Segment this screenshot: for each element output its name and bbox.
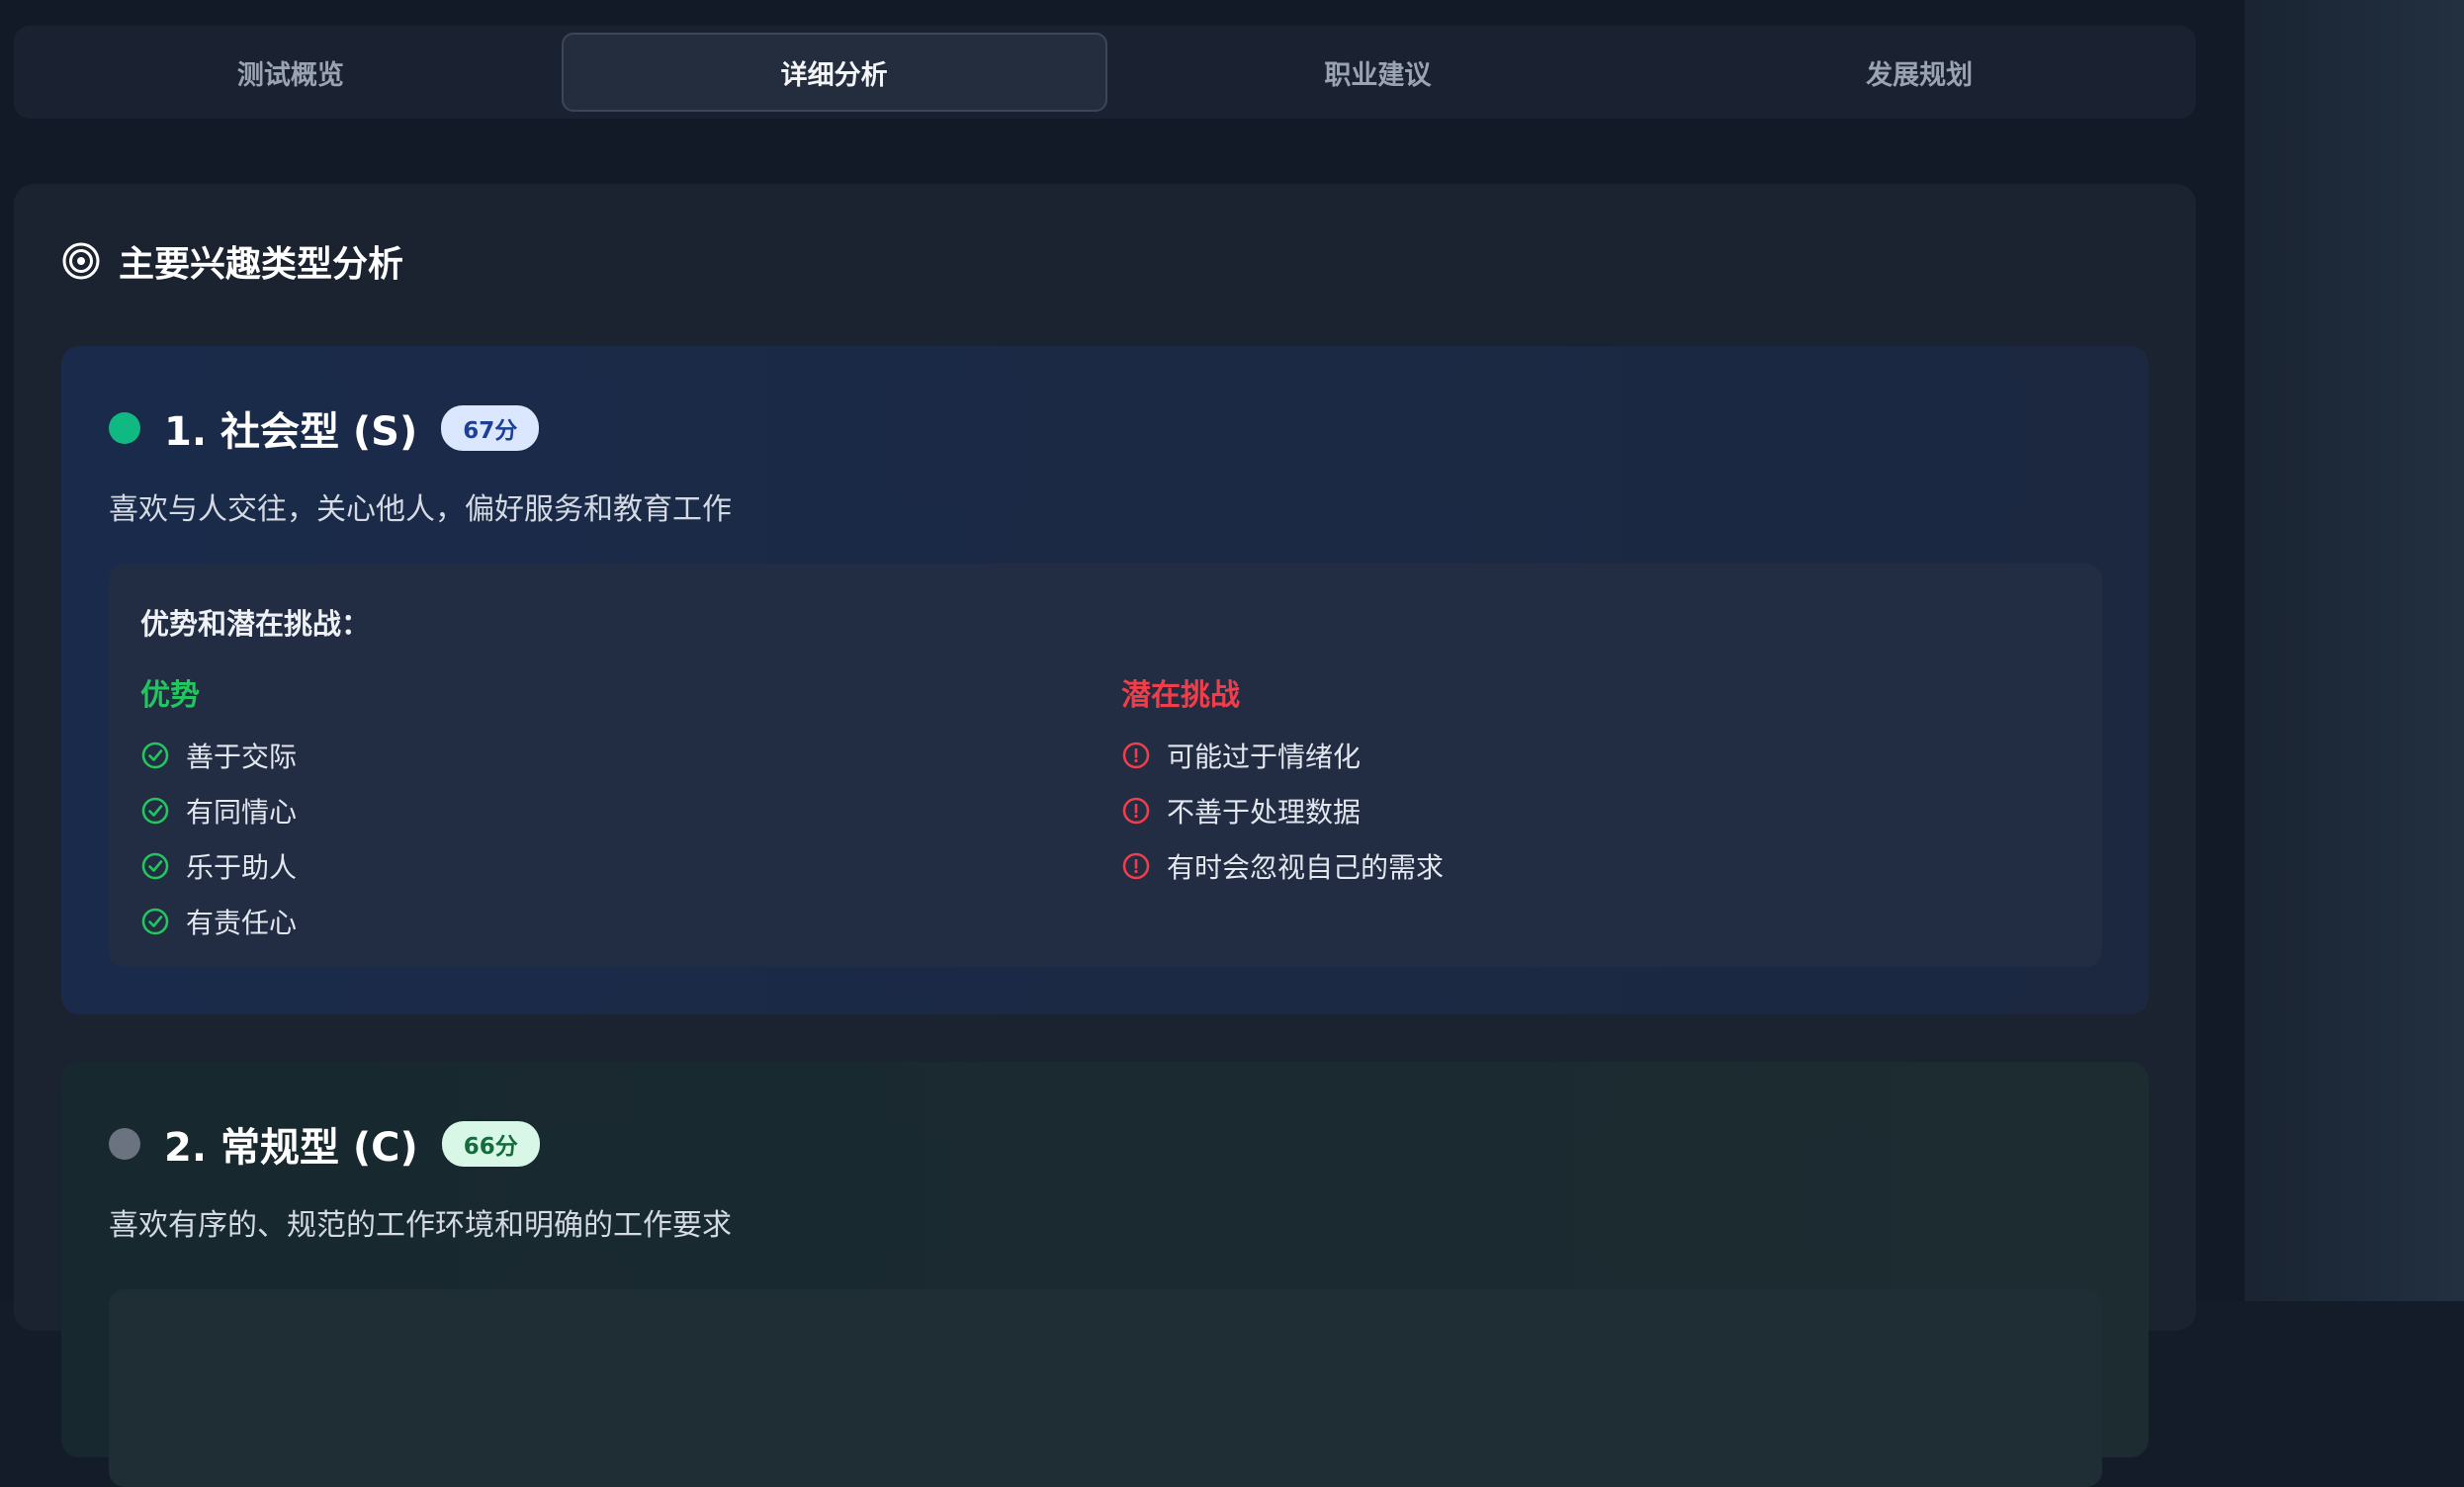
strength-item: 善于交际 <box>140 728 297 783</box>
type-title: 2. 常规型 (C) <box>164 1125 418 1171</box>
alert-circle-icon <box>1122 797 1150 825</box>
score-badge: 66分 <box>441 1121 540 1167</box>
target-icon <box>62 242 100 280</box>
challenge-item: 有时会忽视自己的需求 <box>1121 838 1444 894</box>
right-side-panel <box>2244 0 2464 1301</box>
tab-bar: 测试概览 详细分析 职业建议 发展规划 <box>14 26 2196 119</box>
check-circle-icon <box>141 742 169 769</box>
check-circle-icon <box>141 797 169 825</box>
strength-text: 乐于助人 <box>186 851 298 884</box>
strengths-column: 优势 善于交际 有同情心 乐于助人 有责任心 <box>140 670 297 949</box>
tab-detailed-analysis[interactable]: 详细分析 <box>561 33 1107 112</box>
main-area: 测试概览 详细分析 职业建议 发展规划 主要兴趣类型分析 1. 社会型 (S) … <box>0 0 2244 1487</box>
check-circle-icon <box>141 908 169 935</box>
type-description: 喜欢有序的、规范的工作环境和明确的工作要求 <box>109 1208 732 1243</box>
type-description: 喜欢与人交往，关心他人，偏好服务和教育工作 <box>109 492 732 527</box>
page: 测试概览 详细分析 职业建议 发展规划 主要兴趣类型分析 1. 社会型 (S) … <box>0 0 2464 1487</box>
interest-type-card-social: 1. 社会型 (S) 67分 喜欢与人交往，关心他人，偏好服务和教育工作 优势和… <box>61 346 2149 1014</box>
strengths-title: 优势 <box>140 678 200 713</box>
alert-circle-icon <box>1122 852 1150 880</box>
strength-item: 有同情心 <box>140 783 297 838</box>
type-header: 2. 常规型 (C) 66分 <box>109 1115 540 1173</box>
challenge-text: 有时会忽视自己的需求 <box>1167 851 1445 884</box>
panel-title: 优势和潜在挑战： <box>140 607 371 641</box>
type-header: 1. 社会型 (S) 67分 <box>109 399 540 457</box>
challenge-item: 不善于处理数据 <box>1121 783 1444 838</box>
type-color-dot <box>109 1128 140 1160</box>
alert-circle-icon <box>1122 742 1150 769</box>
strengths-challenges-panel: 优势和潜在挑战： 优势 善于交际 有同情心 乐于助人 有责任心 潜在挑战 可能过… <box>109 564 2102 967</box>
section-header: 主要兴趣类型分析 <box>61 235 403 287</box>
challenge-text: 可能过于情绪化 <box>1167 741 1362 773</box>
type-title: 1. 社会型 (S) <box>164 409 418 455</box>
tab-development-plan[interactable]: 发展规划 <box>1648 33 2190 112</box>
section-title: 主要兴趣类型分析 <box>119 244 404 285</box>
interest-type-card-conventional: 2. 常规型 (C) 66分 喜欢有序的、规范的工作环境和明确的工作要求 <box>61 1062 2149 1487</box>
challenge-item: 可能过于情绪化 <box>1121 728 1444 783</box>
strength-item: 乐于助人 <box>140 838 297 894</box>
challenges-title: 潜在挑战 <box>1121 678 1240 713</box>
challenge-text: 不善于处理数据 <box>1167 796 1362 829</box>
strength-item: 有责任心 <box>140 894 297 949</box>
challenges-column: 潜在挑战 可能过于情绪化 不善于处理数据 有时会忽视自己的需求 <box>1121 670 1444 894</box>
check-circle-icon <box>141 852 169 880</box>
strength-text: 有责任心 <box>186 907 298 939</box>
tab-career-advice[interactable]: 职业建议 <box>1107 33 1649 112</box>
strength-text: 善于交际 <box>186 741 298 773</box>
tab-overview[interactable]: 测试概览 <box>20 33 562 112</box>
strength-text: 有同情心 <box>186 796 298 829</box>
type-color-dot <box>109 412 140 444</box>
analysis-card: 主要兴趣类型分析 1. 社会型 (S) 67分 喜欢与人交往，关心他人，偏好服务… <box>14 184 2196 1487</box>
strengths-challenges-panel <box>109 1289 2102 1487</box>
score-badge: 67分 <box>441 405 540 451</box>
